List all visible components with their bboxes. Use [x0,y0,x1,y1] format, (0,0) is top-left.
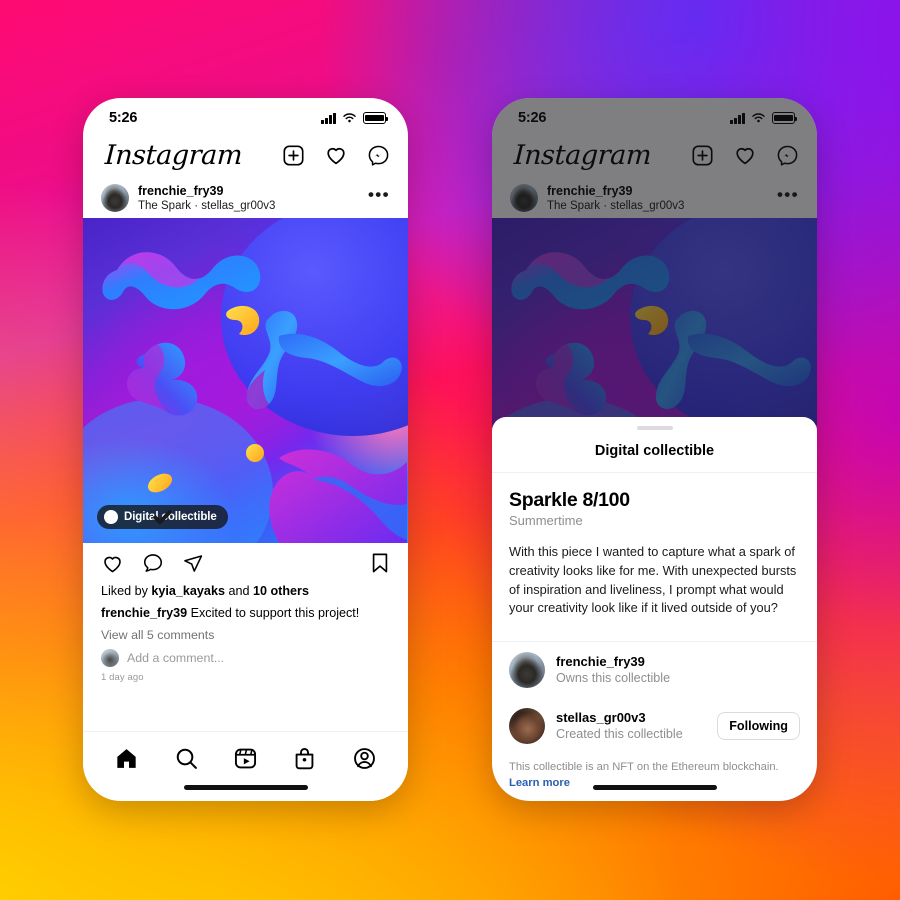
share-paperplane-icon[interactable] [182,552,204,574]
artwork-shapes [83,218,408,543]
post-author-username[interactable]: frenchie_fry39 [547,183,768,199]
post-more-options-button[interactable]: ••• [368,186,390,206]
add-post-icon[interactable] [282,144,305,167]
comment-bubble-icon[interactable] [142,552,164,574]
collectible-description: With this piece I wanted to capture what… [509,544,797,616]
post-header: frenchie_fry39 The Spark · stellas_gr00v… [83,178,408,218]
status-icon-group [730,112,798,124]
view-all-comments-link[interactable]: View all 5 comments [101,627,390,645]
learn-more-link[interactable]: Learn more [509,777,570,789]
post-timestamp: 1 day ago [101,672,144,684]
like-heart-icon[interactable] [101,552,124,575]
activity-heart-icon[interactable] [733,143,757,167]
reels-icon[interactable] [233,746,258,771]
messenger-icon[interactable] [776,144,799,167]
signal-icon [321,112,336,124]
legal-sentence: This collectible is an NFT on the Ethere… [509,761,779,774]
avatar[interactable] [509,652,545,689]
battery-icon [363,112,389,124]
phone-left-feed-screen: 5:26 Instagram frenchie_fry39 The Spark … [83,98,408,801]
owner-username[interactable]: frenchie_fry39 [556,653,800,671]
app-bar-actions [282,143,390,167]
creator-role: Created this collectible [556,727,683,742]
shop-icon[interactable] [292,746,317,771]
bottom-tab-bar [83,731,408,801]
post-artwork-image[interactable]: Digital collectible [83,218,408,543]
creator-username[interactable]: stellas_gr00v3 [556,709,706,727]
following-button[interactable]: Following [717,712,800,741]
home-indicator-bar [592,785,717,790]
likes-line: Liked by kyia_kayaks and 10 others [101,583,390,601]
caption-line: frenchie_fry39 Excited to support this p… [101,605,390,623]
owner-role: Owns this collectible [556,671,671,686]
search-icon[interactable] [174,746,199,771]
instagram-wordmark: Instagram [513,139,652,171]
digital-collectible-badge[interactable]: Digital collectible [97,505,228,529]
add-post-icon[interactable] [691,144,714,167]
status-bar: 5:26 [492,98,817,132]
app-top-bar: Instagram [83,132,408,178]
status-time: 5:26 [518,110,547,126]
wifi-icon [752,113,765,123]
bookmark-icon[interactable] [370,552,390,574]
likes-mid: and [224,584,253,598]
digital-collectible-bottom-sheet: Digital collectible Sparkle 8/100 Summer… [492,417,817,801]
collectible-title: Sparkle 8/100 [509,489,630,511]
post-more-options-button[interactable]: ••• [777,186,799,206]
add-comment-row[interactable]: Add a comment... [101,649,390,668]
likes-prefix: Liked by [101,584,152,598]
sheet-body: Sparkle 8/100 Summertime With this piece… [492,473,817,628]
home-indicator-bar [183,785,308,790]
post-header: frenchie_fry39 The Spark · stellas_gr00v… [492,178,817,218]
messenger-icon[interactable] [367,144,390,167]
owner-row[interactable]: frenchie_fry39 Owns this collectible [492,642,817,698]
avatar[interactable] [510,184,538,212]
post-author-username[interactable]: frenchie_fry39 [138,183,359,199]
signal-icon [730,112,745,124]
likes-username[interactable]: kyia_kayaks [151,584,225,598]
app-top-bar: Instagram [492,132,817,178]
profile-icon[interactable] [352,746,377,771]
battery-icon [772,112,798,124]
post-header-text: frenchie_fry39 The Spark · stellas_gr00v… [138,183,359,214]
post-action-row [83,543,408,583]
creator-row[interactable]: stellas_gr00v3 Created this collectible … [492,698,817,754]
instagram-wordmark: Instagram [104,139,243,171]
likes-count[interactable]: 10 others [253,584,309,598]
app-bar-actions [691,143,799,167]
avatar[interactable] [101,184,129,212]
wifi-icon [343,113,356,123]
post-header-text: frenchie_fry39 The Spark · stellas_gr00v… [547,183,768,214]
creator-text: stellas_gr00v3 Created this collectible [556,709,706,744]
phone-right-detail-screen: 5:26 Instagram frenchie_fry39 The Spark … [492,98,817,801]
caption-text: Excited to support this project! [187,605,360,620]
verified-check-icon [104,510,172,525]
home-icon[interactable] [114,746,139,771]
owner-text: frenchie_fry39 Owns this collectible [556,653,800,688]
status-bar: 5:26 [83,98,408,132]
add-comment-placeholder[interactable]: Add a comment... [127,651,224,665]
avatar[interactable] [509,708,545,745]
post-subtitle[interactable]: The Spark · stellas_gr00v3 [547,199,768,214]
avatar [101,649,119,668]
caption-author[interactable]: frenchie_fry39 [101,606,187,620]
collectible-subtitle: Summertime [509,513,583,528]
post-caption-block: Liked by kyia_kayaks and 10 others frenc… [83,583,408,683]
status-time: 5:26 [109,110,138,126]
activity-heart-icon[interactable] [324,143,348,167]
post-subtitle[interactable]: The Spark · stellas_gr00v3 [138,199,359,214]
status-icon-group [321,112,389,124]
sheet-title: Digital collectible [492,430,817,473]
